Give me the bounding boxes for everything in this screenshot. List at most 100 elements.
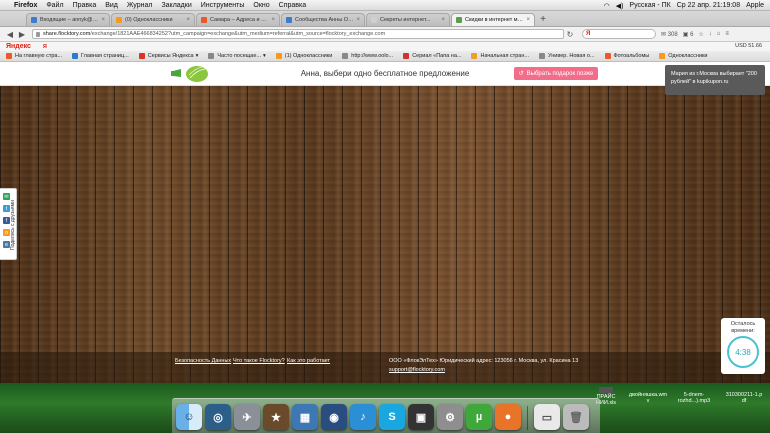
bookmark-favicon-icon [208, 53, 215, 59]
home-icon[interactable]: ⌂ [717, 31, 721, 37]
close-tab-icon[interactable]: × [356, 17, 360, 23]
bookmark-item[interactable]: Одноклассники [659, 53, 708, 59]
page-content: Анна, выбери одно бесплатное предложение… [0, 62, 770, 383]
bookmark-star-icon[interactable]: ☆ [698, 31, 703, 38]
menu-tools[interactable]: Инструменты [201, 2, 245, 9]
vk-share-icon[interactable]: в [3, 241, 10, 248]
bookmark-item[interactable]: Часто посещае... ▾ [208, 53, 266, 59]
dashboard-icon[interactable]: ◎ [205, 404, 231, 430]
wifi-icon[interactable]: ◠ [604, 2, 610, 10]
what-is-flocktory-link[interactable]: Что такое Flocktory? [233, 358, 285, 364]
photo-booth-icon[interactable]: ▣ [408, 404, 434, 430]
itunes-icon[interactable]: ♪ [350, 404, 376, 430]
menu-window[interactable]: Окно [253, 2, 269, 9]
odnoklassniki-share-icon[interactable]: о [3, 229, 10, 236]
tab-title: Самара – Адреса и телефо... [210, 17, 268, 23]
launchpad-icon[interactable]: ✈ [234, 404, 260, 430]
bookmark-item[interactable]: (1) Одноклассники [275, 53, 333, 59]
bookmark-label: Сервисы Яндекса [147, 53, 194, 59]
menu-bookmarks[interactable]: Закладки [161, 2, 191, 9]
menu-help[interactable]: Справка [279, 2, 306, 9]
data-security-link[interactable]: Безопасность Данных [175, 358, 231, 364]
bookmark-label: Одноклассники [668, 53, 708, 59]
tab-discounts-active[interactable]: Скидки в интернет магаз...× [451, 13, 535, 26]
skype-icon[interactable]: S [379, 404, 405, 430]
clock[interactable]: Ср 22 апр. 21:19:08 [677, 2, 740, 9]
input-source[interactable]: Русская - ПК [629, 2, 670, 9]
refresh-icon: ↺ [518, 71, 524, 77]
utorrent-icon[interactable]: µ [466, 404, 492, 430]
tab-samara[interactable]: Самара – Адреса и телефо...× [196, 13, 280, 26]
bookmark-item[interactable]: http://www.oolo... [342, 53, 393, 59]
close-tab-icon[interactable]: × [526, 17, 530, 23]
reload-icon[interactable]: ↻ [564, 29, 576, 40]
url-bar[interactable]: share.flocktory.com/exchange/1821AAE4668… [32, 29, 564, 39]
bookmark-item[interactable]: Сервисы Яндекса ▾ [138, 53, 198, 59]
menu-file[interactable]: Файл [46, 2, 63, 9]
choose-gift-later-label: Выбрать подарок позже [526, 70, 594, 77]
menu-app-name[interactable]: Firefox [14, 2, 37, 9]
tab-communities[interactable]: Сообщества Анны Орловой× [281, 13, 365, 26]
bookmark-label: (1) Одноклассники [284, 53, 333, 59]
new-tab-icon[interactable]: + [536, 13, 550, 26]
trash-icon[interactable]: 🗑 [563, 404, 589, 430]
bookmark-favicon-icon [539, 53, 545, 59]
page-favicon-icon [201, 17, 207, 23]
back-arrow-icon[interactable]: ◀ [4, 29, 16, 40]
bookmark-item[interactable]: Главная страниц... [72, 53, 129, 59]
close-tab-icon[interactable]: × [441, 17, 445, 23]
twitter-share-icon[interactable]: t [3, 205, 10, 212]
yandex-ya-icon[interactable]: Я [43, 44, 47, 50]
mail-icon[interactable]: ✉ 308 [661, 31, 678, 38]
tab-odnoklassniki[interactable]: (0) Одноклассники × [111, 13, 195, 26]
tab-mail[interactable]: Входящие – annyk@mail...× [26, 13, 110, 26]
desktop-file[interactable]: 310300211-1.p df [722, 392, 766, 404]
google-earth-icon[interactable]: ◉ [321, 404, 347, 430]
wood-background [0, 86, 770, 383]
desktop-file[interactable]: 5-dnem- rozhd...).mp3 [672, 392, 716, 404]
yandex-logo[interactable]: Яндекс [6, 43, 31, 50]
downloads-stack-icon[interactable]: ▭ [534, 404, 560, 430]
menu-edit[interactable]: Правка [73, 2, 97, 9]
facebook-share-icon[interactable]: f [3, 217, 10, 224]
file-icon [599, 387, 613, 393]
menu-icon[interactable]: ≡ [725, 31, 729, 37]
menu-view[interactable]: Вид [105, 2, 118, 9]
finder-icon[interactable]: ☺ [176, 404, 202, 430]
bookmark-item[interactable]: На главную стра... [6, 53, 62, 59]
bookmark-item[interactable]: Начальная стран... [471, 53, 529, 59]
desktop-file[interactable]: двойняшка.wm v [626, 392, 670, 404]
search-input[interactable]: Я [582, 29, 656, 39]
choose-gift-later-button[interactable]: ↺ Выбрать подарок позже [514, 67, 598, 80]
firefox-icon[interactable]: ● [495, 404, 521, 430]
how-it-works-link[interactable]: Как это работает [287, 358, 330, 364]
activity-notification[interactable]: Мария из г.Москва выбирает "200 рублей" … [665, 65, 765, 95]
close-tab-icon[interactable]: × [271, 17, 275, 23]
bookmark-favicon-icon [6, 53, 12, 59]
bookmark-item[interactable]: Сериал «Папа на... [403, 53, 461, 59]
tab-secrets[interactable]: Секреты интернет... × [366, 13, 450, 26]
notifications-icon[interactable]: ▣ 6 [683, 31, 694, 38]
currency-rate[interactable]: USD 51.66 [735, 43, 762, 49]
bookmark-label: Сериал «Папа на... [412, 53, 462, 59]
forward-arrow-icon[interactable]: ▶ [16, 29, 28, 40]
bookmark-label: На главную стра... [15, 53, 63, 59]
close-tab-icon[interactable]: × [101, 17, 105, 23]
tab-bar: Входящие – annyk@mail...× (0) Одноклассн… [0, 11, 770, 27]
downloads-icon[interactable]: ↓ [709, 31, 712, 37]
bookmark-favicon-icon [471, 53, 478, 59]
menu-history[interactable]: Журнал [127, 2, 153, 9]
user-menu[interactable]: Apple [746, 2, 764, 9]
bookmark-label: Начальная стран... [480, 53, 529, 59]
bookmark-item[interactable]: Фотоальбомы [604, 53, 649, 59]
close-tab-icon[interactable]: × [186, 17, 190, 23]
bookmark-item[interactable]: Универ. Новая о... [539, 53, 595, 59]
imovie-icon[interactable]: ★ [263, 404, 289, 430]
site-identity-icon[interactable] [36, 32, 40, 37]
volume-icon[interactable]: ◀) [616, 2, 624, 10]
support-email-link[interactable]: support@flocktory.com [389, 367, 445, 373]
share-panel: ✉ t f о в Поделись с друзьями подарком [0, 188, 22, 260]
mail-share-icon[interactable]: ✉ [3, 193, 10, 200]
system-preferences-icon[interactable]: ⚙ [437, 404, 463, 430]
preview-icon[interactable]: ▦ [292, 404, 318, 430]
